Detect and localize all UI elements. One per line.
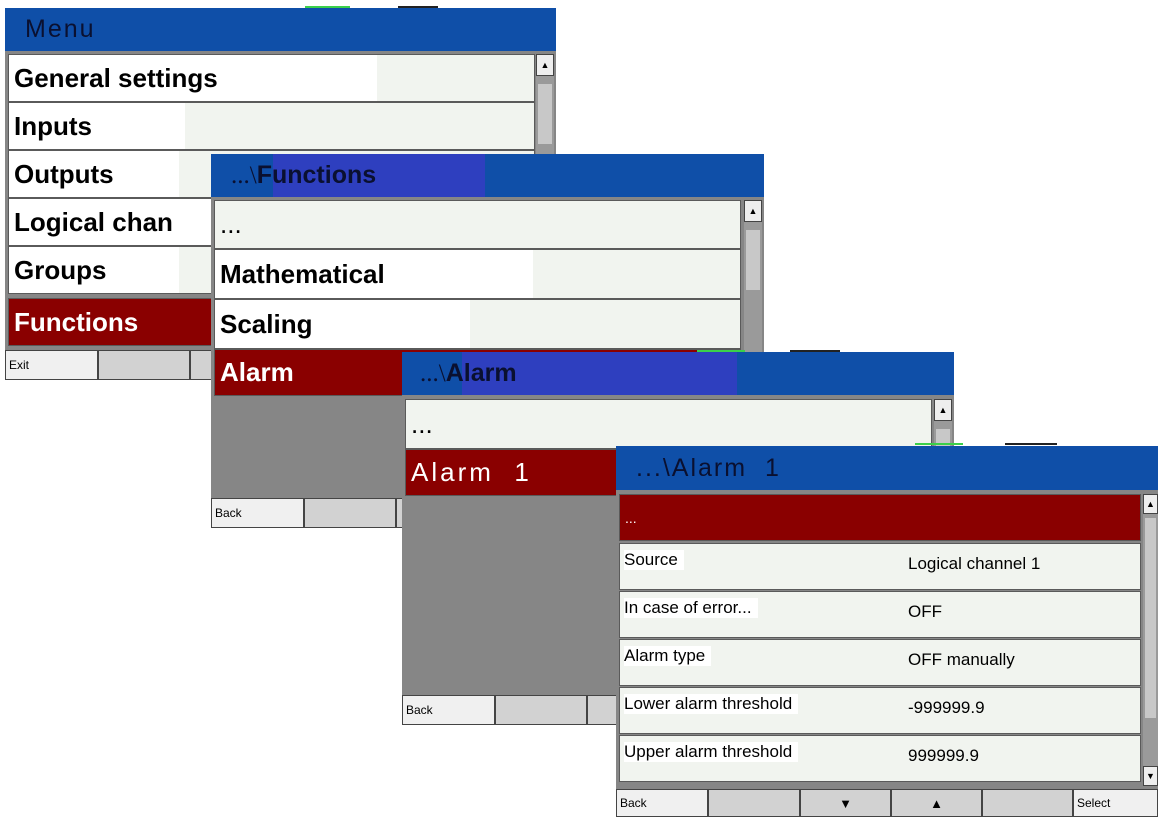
param-label: Upper alarm threshold <box>624 742 799 762</box>
indicator-led <box>790 350 840 352</box>
scroll-up-icon[interactable]: ▲ <box>1143 494 1158 514</box>
back-button[interactable]: Back <box>616 789 708 817</box>
functions-item-mathematical[interactable]: Mathematical <box>214 249 741 299</box>
scroll-thumb[interactable] <box>1145 518 1156 718</box>
softkey-2[interactable] <box>495 695 587 725</box>
back-button[interactable]: Back <box>211 498 304 528</box>
param-row-upper-threshold[interactable]: Upper alarm threshold 999999.9 <box>619 735 1141 782</box>
param-value: 999999.9 <box>908 746 979 765</box>
param-row-alarm-type[interactable]: Alarm type OFF manually <box>619 639 1141 686</box>
exit-button[interactable]: Exit <box>5 350 98 380</box>
param-row-source[interactable]: Source Logical channel 1 <box>619 543 1141 590</box>
alarm1-title: ...\Alarm 1 <box>636 453 781 482</box>
functions-header: ...\ Functions <box>211 154 764 197</box>
param-value: OFF manually <box>908 650 1015 669</box>
arrow-up-icon: ▲ <box>930 795 943 811</box>
scroll-up-icon[interactable]: ▲ <box>934 399 952 421</box>
indicator-led <box>697 350 745 352</box>
alarm-title-prefix: ...\ <box>420 359 446 387</box>
indicator-led <box>1005 443 1057 445</box>
param-label: Alarm type <box>624 646 712 666</box>
scroll-thumb[interactable] <box>746 230 760 290</box>
back-button[interactable]: Back <box>402 695 495 725</box>
alarm1-header: ...\Alarm 1 <box>616 446 1158 490</box>
alarm1-scrollbar[interactable]: ▲ ▼ <box>1143 494 1158 786</box>
scroll-up-icon[interactable]: ▲ <box>744 200 762 222</box>
alarm-item-up[interactable]: ... <box>405 399 932 449</box>
menu-header: Menu <box>5 8 556 51</box>
param-row-lower-threshold[interactable]: Lower alarm threshold -999999.9 <box>619 687 1141 734</box>
param-value: -999999.9 <box>908 698 985 717</box>
softkey-2[interactable] <box>98 350 190 380</box>
softkey-2[interactable] <box>708 789 800 817</box>
scroll-up-button[interactable]: ▲ <box>891 789 982 817</box>
softkey-5[interactable] <box>982 789 1073 817</box>
select-button[interactable]: Select <box>1073 789 1158 817</box>
menu-title: Menu <box>25 15 96 43</box>
indicator-led <box>915 443 963 445</box>
arrow-down-icon: ▼ <box>839 795 852 811</box>
param-label: Source <box>624 550 684 570</box>
indicator-led <box>305 6 350 8</box>
param-value: Logical channel 1 <box>908 554 1041 573</box>
param-label: Lower alarm threshold <box>624 694 799 714</box>
scroll-up-icon[interactable]: ▲ <box>536 54 554 76</box>
scroll-down-icon[interactable]: ▼ <box>1143 766 1158 786</box>
functions-title-prefix: ...\ <box>231 161 257 189</box>
menu-item-inputs[interactable]: Inputs <box>8 102 535 150</box>
scroll-down-button[interactable]: ▼ <box>800 789 891 817</box>
functions-title: Functions <box>256 161 377 189</box>
alarm1-item-up[interactable]: ... <box>619 494 1141 541</box>
alarm-header: ...\ Alarm <box>402 352 954 395</box>
alarm1-window: ...\Alarm 1 ... Source Logical channel 1… <box>616 446 1158 817</box>
param-label: In case of error... <box>624 598 758 618</box>
softkey-2[interactable] <box>304 498 396 528</box>
functions-item-scaling[interactable]: Scaling <box>214 299 741 349</box>
functions-item-up[interactable]: ... <box>214 200 741 249</box>
menu-item-general-settings[interactable]: General settings <box>8 54 535 102</box>
indicator-led <box>398 6 438 8</box>
scroll-thumb[interactable] <box>538 84 552 144</box>
alarm-title: Alarm <box>445 359 517 387</box>
param-row-error[interactable]: In case of error... OFF <box>619 591 1141 638</box>
alarm1-softkey-bar: Back ▼ ▲ Select <box>616 789 1158 817</box>
param-value: OFF <box>908 602 942 621</box>
